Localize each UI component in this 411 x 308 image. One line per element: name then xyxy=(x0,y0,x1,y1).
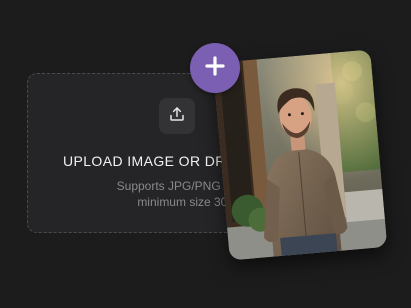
upload-title: UPLOAD IMAGE OR DRAG xyxy=(63,153,247,169)
upload-stage: UPLOAD IMAGE OR DRAG Supports JPG/PNG fo… xyxy=(0,0,411,308)
sample-photo xyxy=(212,49,388,261)
upload-icon xyxy=(168,105,186,128)
plus-icon xyxy=(205,55,225,81)
upload-button[interactable] xyxy=(159,98,195,134)
portrait-image xyxy=(212,49,388,261)
add-image-button[interactable] xyxy=(190,43,240,93)
